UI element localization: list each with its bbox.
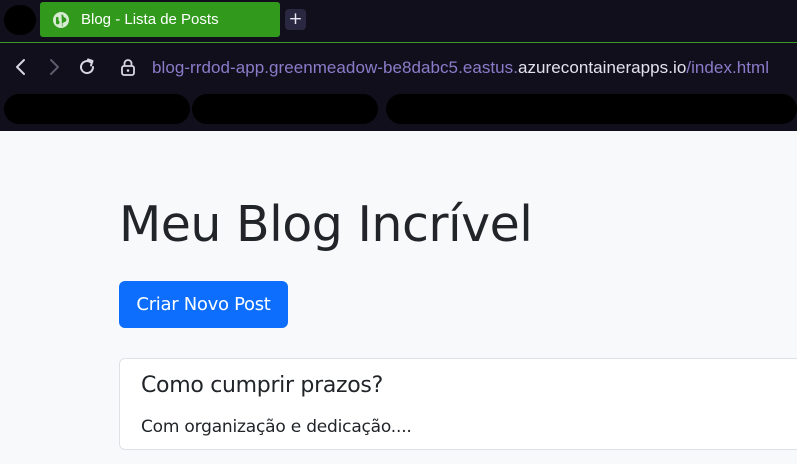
redacted-bookmark[interactable]: [4, 94, 190, 124]
redacted-bookmark[interactable]: [386, 94, 797, 124]
back-arrow-icon: [16, 59, 25, 75]
create-post-button[interactable]: Criar Novo Post: [119, 281, 288, 328]
redacted-bookmark[interactable]: [192, 94, 378, 124]
globe-icon: [52, 11, 70, 29]
browser-chrome: Blog - Lista de Posts + blog-rrdod-app.g…: [0, 0, 797, 131]
address-bar[interactable]: blog-rrdod-app.greenmeadow-be8dabc5.east…: [152, 58, 769, 78]
lock-icon[interactable]: [116, 55, 140, 79]
tab-active[interactable]: Blog - Lista de Posts: [40, 2, 280, 37]
url-prefix: blog-rrdod-app.greenmeadow-be8dabc5.east…: [152, 58, 518, 77]
forward-arrow-icon: [50, 59, 59, 75]
post-card[interactable]: Como cumprir prazos? Com organização e d…: [119, 358, 797, 450]
tab-title: Blog - Lista de Posts: [81, 11, 219, 28]
url-path: /index.html: [686, 58, 770, 77]
tab-strip: Blog - Lista de Posts +: [0, 0, 797, 42]
forward-button[interactable]: [42, 55, 66, 79]
bookmarks-bar: [0, 91, 797, 131]
new-tab-button[interactable]: +: [285, 9, 306, 30]
url-host: azurecontainerapps.io: [518, 58, 687, 77]
navigation-bar: blog-rrdod-app.greenmeadow-be8dabc5.east…: [0, 43, 797, 91]
redacted-tab[interactable]: [4, 5, 36, 35]
page-title: Meu Blog Incrível: [119, 196, 533, 253]
back-button[interactable]: [9, 55, 33, 79]
reload-button[interactable]: [75, 55, 99, 79]
reload-icon: [80, 58, 95, 75]
page-content: Meu Blog Incrível Criar Novo Post Como c…: [0, 131, 797, 464]
post-excerpt: Com organização e dedicação....: [141, 417, 412, 437]
post-title: Como cumprir prazos?: [141, 373, 383, 398]
